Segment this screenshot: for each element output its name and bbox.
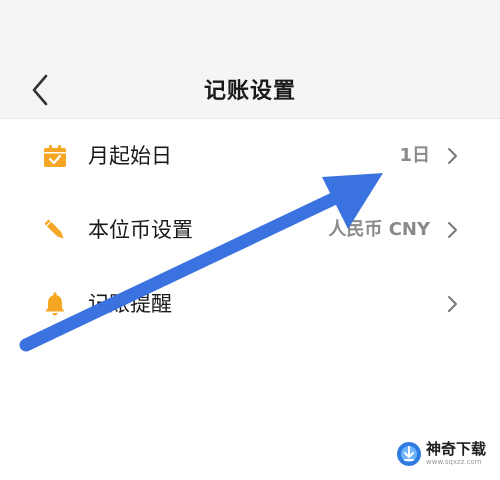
- bell-icon: [42, 291, 68, 317]
- setting-label: 本位币设置: [88, 218, 193, 242]
- setting-value: 人民币 CNY: [328, 219, 430, 240]
- watermark-title: 神奇下载: [426, 440, 487, 458]
- page-title: 记账设置: [203, 79, 296, 104]
- chevron-right-icon: [446, 145, 460, 167]
- setting-row-base-currency[interactable]: 本位币设置 人民币 CNY: [0, 193, 500, 267]
- setting-label: 记账提醒: [88, 292, 172, 316]
- watermark-url: www.sqxzz.com: [426, 458, 482, 466]
- setting-row-month-start-day[interactable]: 月起始日 1日: [0, 119, 500, 193]
- top-nav-bar: 记账设置: [0, 0, 500, 119]
- download-logo-icon: [396, 441, 422, 467]
- settings-list: 月起始日 1日 本位币设置 人民币 CNY 记账提醒: [0, 119, 500, 341]
- setting-label: 月起始日: [88, 144, 172, 168]
- calendar-icon: [42, 143, 68, 169]
- setting-row-bookkeeping-reminder[interactable]: 记账提醒: [0, 267, 500, 341]
- pencil-icon: [42, 217, 68, 243]
- watermark: 神奇下载 www.sqxzz.com: [396, 440, 500, 472]
- setting-value: 1日: [399, 145, 430, 166]
- chevron-right-icon: [446, 219, 460, 241]
- chevron-right-icon: [446, 293, 460, 315]
